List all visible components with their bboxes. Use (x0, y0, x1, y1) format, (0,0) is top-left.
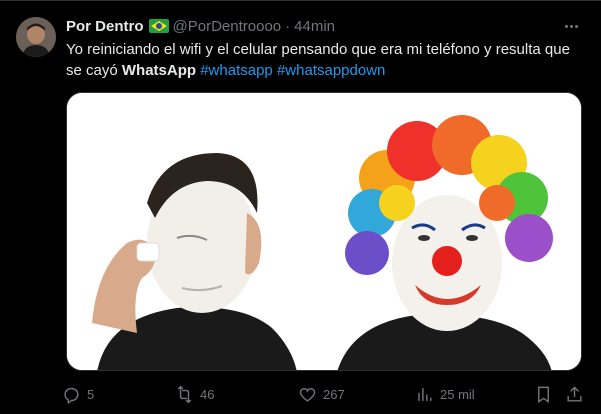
share-button[interactable] (565, 381, 584, 407)
share-icon (567, 385, 582, 402)
brazil-flag-icon (148, 19, 169, 33)
bookmark-button[interactable] (534, 381, 553, 407)
tweet-time[interactable]: 44min (294, 18, 335, 35)
author-handle[interactable]: @PorDentroooo (173, 18, 282, 35)
separator-dot: · (285, 17, 291, 35)
bookmark-icon (538, 386, 549, 403)
views-icon (418, 387, 432, 401)
tweet-header: Por Dentro @PorDentroooo · 44min (66, 15, 335, 37)
hashtag-link[interactable]: #whatsapp (200, 62, 273, 79)
tweet-text-bold: WhatsApp (121, 62, 197, 79)
avatar[interactable] (16, 17, 56, 57)
more-icon[interactable] (561, 16, 581, 36)
reply-count: 5 (87, 386, 95, 402)
repost-icon (177, 385, 192, 403)
tweet-text: Yo reiniciando el wifi y el celular pens… (66, 39, 586, 81)
tweet-actions: 5 46 267 25 mil (62, 381, 590, 407)
tweet-image[interactable] (66, 92, 582, 371)
views-count: 25 mil (440, 386, 475, 402)
like-icon (299, 387, 316, 402)
reply-button[interactable]: 5 (62, 381, 94, 407)
like-count: 267 (323, 386, 345, 402)
reply-icon (64, 387, 79, 404)
like-button[interactable]: 267 (298, 381, 345, 407)
tweet-card[interactable]: Por Dentro @PorDentroooo · 44min Yo rein… (0, 0, 601, 414)
hashtag-link[interactable]: #whatsappdown (277, 62, 385, 79)
repost-button[interactable]: 46 (175, 381, 214, 407)
author-name[interactable]: Por Dentro (66, 18, 144, 35)
views-button[interactable]: 25 mil (415, 381, 475, 407)
repost-count: 46 (200, 386, 215, 402)
